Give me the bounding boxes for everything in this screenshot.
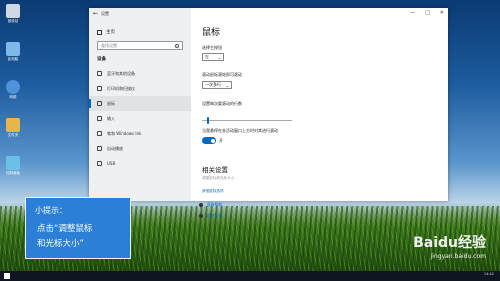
desktop-background: 回收站 此电脑 网络 文件夹 控制面板 ← 设置 主页 查找设置 设备 蓝牙和其…	[0, 0, 500, 281]
sidebar-section-title: 设备	[97, 57, 106, 62]
sidebar-item-home[interactable]: 主页	[89, 25, 191, 39]
search-input[interactable]: 查找设置	[97, 41, 183, 50]
adjust-cursor-size-link[interactable]: 调整鼠标和光标大小	[202, 176, 234, 181]
folder-icon	[6, 118, 20, 132]
desktop-icon-network[interactable]: 网络	[2, 80, 24, 99]
network-icon	[6, 80, 20, 94]
sidebar-item-label: 鼠标	[107, 100, 115, 106]
system-tray: 14:42	[484, 272, 494, 276]
sidebar-item-label: 输入	[107, 115, 115, 121]
chevron-down-icon: ⌄	[225, 83, 229, 88]
sidebar-item-autoplay[interactable]: 自动播放	[89, 141, 191, 156]
home-icon	[97, 29, 102, 35]
primary-button-value: 左	[205, 54, 209, 59]
settings-window: ← 设置 主页 查找设置 设备 蓝牙和其他设备 打印机和扫描仪 鼠标 输入 笔和…	[89, 8, 448, 201]
desktop-icon-label: 网络	[9, 95, 17, 99]
wheel-scroll-value: 一次多行	[205, 82, 221, 87]
sidebar-item-usb[interactable]: USB	[89, 156, 191, 171]
desktop-icon-label: 回收站	[7, 19, 19, 23]
back-arrow-icon[interactable]: ←	[93, 10, 101, 17]
usb-icon	[97, 161, 102, 166]
settings-content: — □ ✕ 鼠标 选择主按钮 左 ⌄ 滚动鼠标滚轮即可滚动 一次多行 ⌄ 设置每…	[191, 8, 448, 201]
window-controls: — □ ✕	[410, 10, 444, 16]
search-icon	[175, 44, 179, 48]
primary-button-select[interactable]: 左 ⌄	[202, 53, 224, 61]
sidebar-item-label: 笔和 Windows Ink	[107, 130, 142, 136]
taskbar: 14:42	[0, 271, 500, 281]
desktop-icon-control-panel[interactable]: 控制面板	[2, 156, 24, 175]
help-link-get-help[interactable]: 获取帮助	[199, 202, 222, 208]
search-placeholder: 查找设置	[101, 42, 117, 48]
sidebar-home-label: 主页	[106, 30, 115, 35]
page-title: 鼠标	[202, 28, 221, 38]
sidebar-item-mouse[interactable]: 鼠标	[89, 96, 191, 111]
help-icon	[199, 203, 203, 207]
window-titlebar: ← 设置	[89, 8, 191, 19]
pen-icon	[97, 131, 102, 136]
wheel-scroll-label: 滚动鼠标滚轮即可滚动	[202, 72, 242, 77]
maximize-button[interactable]: □	[425, 10, 430, 16]
additional-mouse-options-link[interactable]: 其他鼠标选项	[202, 189, 224, 194]
sidebar-item-typing[interactable]: 输入	[89, 111, 191, 126]
toggle-state-label: 开	[219, 138, 223, 143]
chevron-down-icon: ⌄	[217, 55, 221, 60]
close-button[interactable]: ✕	[440, 10, 444, 16]
keyboard-icon	[97, 116, 102, 121]
primary-button-label: 选择主按钮	[202, 45, 222, 50]
bluetooth-icon	[97, 71, 102, 76]
inactive-scroll-toggle[interactable]	[202, 137, 216, 144]
desktop-icon-this-pc[interactable]: 此电脑	[2, 42, 24, 61]
start-button[interactable]	[4, 273, 10, 279]
sidebar-item-label: 打印机和扫描仪	[107, 85, 135, 91]
slider-thumb[interactable]	[207, 117, 209, 124]
related-settings-title: 相关设置	[202, 166, 228, 174]
mouse-icon	[97, 101, 102, 106]
desktop-icon-recycle-bin[interactable]: 回收站	[2, 4, 24, 23]
toggle-knob	[210, 138, 215, 143]
autoplay-icon	[97, 146, 102, 151]
feedback-icon	[199, 214, 203, 218]
feedback-label: 提供反馈	[207, 213, 223, 218]
scroll-lines-label: 设置每次要滚动的行数	[202, 101, 242, 106]
instruction-tip-box: 小提示： 点击“调整鼠标 和光标大小”	[25, 197, 131, 259]
minimize-button[interactable]: —	[410, 10, 415, 16]
desktop-icon-folder[interactable]: 文件夹	[2, 118, 24, 137]
control-panel-icon	[6, 156, 20, 170]
desktop-icon-label: 此电脑	[7, 57, 19, 61]
desktop-icon-label: 控制面板	[6, 171, 20, 175]
sidebar-item-label: 蓝牙和其他设备	[107, 70, 135, 76]
window-title: 设置	[101, 10, 109, 16]
sidebar-item-label: USB	[107, 161, 116, 166]
tip-heading: 小提示：	[35, 206, 67, 215]
tip-line-1: 点击“调整鼠标	[37, 224, 93, 234]
wheel-scroll-select[interactable]: 一次多行 ⌄	[202, 81, 232, 89]
feedback-link[interactable]: 提供反馈	[199, 213, 222, 219]
sidebar-item-printers[interactable]: 打印机和扫描仪	[89, 81, 191, 96]
computer-icon	[6, 42, 20, 56]
settings-sidebar: ← 设置 主页 查找设置 设备 蓝牙和其他设备 打印机和扫描仪 鼠标 输入 笔和…	[89, 8, 191, 201]
sidebar-item-label: 自动播放	[107, 145, 123, 151]
scroll-lines-slider[interactable]	[202, 117, 292, 124]
sidebar-item-pen[interactable]: 笔和 Windows Ink	[89, 126, 191, 141]
desktop-icon-label: 文件夹	[7, 133, 19, 137]
clock[interactable]: 14:42	[484, 272, 494, 276]
help-label: 获取帮助	[207, 202, 223, 207]
recycle-bin-icon	[6, 4, 20, 18]
inactive-scroll-label: 当我悬停在非活动窗口上方时对其进行滚动	[202, 128, 278, 133]
sidebar-item-bluetooth[interactable]: 蓝牙和其他设备	[89, 66, 191, 81]
baidu-watermark-url: jingyan.baidu.com	[430, 253, 486, 260]
baidu-watermark-logo: Baidu经验	[413, 235, 486, 251]
tip-line-2: 和光标大小”	[37, 239, 84, 249]
printer-icon	[97, 86, 102, 91]
